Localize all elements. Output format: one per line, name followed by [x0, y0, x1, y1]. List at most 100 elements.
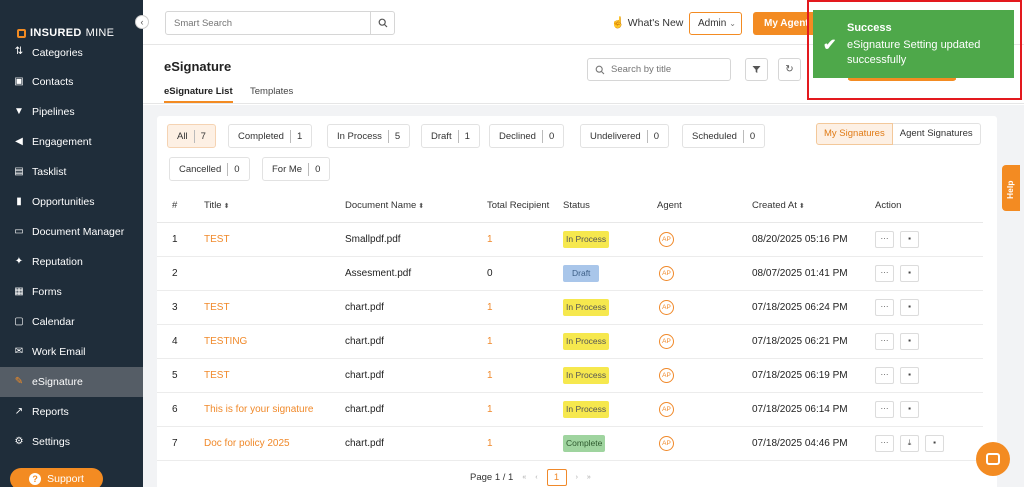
filter-all[interactable]: All 7: [167, 124, 216, 148]
column-header-document-name[interactable]: Document Name ⬍: [345, 189, 487, 223]
delete-button[interactable]: ▪: [925, 434, 944, 452]
more-options-button[interactable]: ···: [875, 434, 894, 452]
row-title-link[interactable]: This is for your signature: [204, 392, 345, 427]
title-search-input[interactable]: [611, 64, 726, 75]
tab-templates[interactable]: Templates: [250, 86, 293, 101]
filter-draft[interactable]: Draft 1: [421, 124, 480, 148]
brand-logo[interactable]: INSURED MINE: [17, 27, 114, 39]
first-page-button[interactable]: «: [522, 474, 526, 481]
row-recipient-count[interactable]: 1: [487, 358, 563, 393]
next-page-button[interactable]: ›: [576, 474, 578, 481]
sidebar-item-calendar[interactable]: ▢ Calendar: [0, 307, 143, 337]
previous-page-button[interactable]: ‹: [535, 474, 537, 481]
sidebar-item-reports[interactable]: ↗ Reports: [0, 397, 143, 427]
agent-avatar[interactable]: AP: [659, 265, 674, 281]
row-title-link[interactable]: [204, 256, 345, 291]
sidebar-item-opportunities[interactable]: ▮ Opportunities: [0, 187, 143, 217]
whats-new-label: What's New: [627, 16, 684, 29]
row-title-link[interactable]: TESTING: [204, 324, 345, 359]
delete-button[interactable]: ▪: [900, 230, 919, 248]
help-tab[interactable]: Help: [1002, 165, 1020, 211]
row-title-link[interactable]: TEST: [204, 290, 345, 325]
sort-icon: ⬍: [223, 202, 230, 210]
last-page-button[interactable]: »: [587, 474, 591, 481]
row-document-name: Smallpdf.pdf: [345, 222, 487, 257]
agent-avatar[interactable]: AP: [659, 367, 674, 383]
chat-button[interactable]: [976, 442, 1010, 476]
sidebar-item-tasklist[interactable]: ▤ Tasklist: [0, 157, 143, 187]
more-options-button[interactable]: ···: [875, 264, 894, 282]
refresh-button[interactable]: ↻: [778, 58, 801, 81]
more-options-button[interactable]: ···: [875, 366, 894, 384]
row-title-link[interactable]: TEST: [204, 222, 345, 257]
filter-scheduled[interactable]: Scheduled 0: [682, 124, 766, 148]
status-badge: In Process: [563, 400, 610, 418]
sidebar-item-forms[interactable]: ▦ Forms: [0, 277, 143, 307]
delete-button[interactable]: ▪: [900, 366, 919, 384]
agent-avatar[interactable]: AP: [659, 299, 674, 315]
column-header-title[interactable]: Title ⬍: [204, 189, 345, 223]
sidebar-item-label: Engagement: [32, 136, 92, 148]
trash-icon: ▪: [933, 437, 936, 447]
sidebar-item-esignature[interactable]: ✎ eSignature: [0, 367, 143, 397]
status-badge: In Process: [563, 332, 610, 350]
sidebar-item-pipelines[interactable]: ▼ Pipelines: [0, 97, 143, 127]
sidebar-item-engagement[interactable]: ◀ Engagement: [0, 127, 143, 157]
signature-scope-toggle: My Signatures Agent Signatures: [816, 123, 981, 145]
row-recipient-count[interactable]: 1: [487, 324, 563, 359]
column-header-created-at[interactable]: Created At ⬍: [752, 189, 875, 223]
filter-in-process[interactable]: In Process 5: [327, 124, 411, 148]
filter-label: Scheduled: [692, 130, 737, 142]
filter-completed[interactable]: Completed 1: [228, 124, 313, 148]
more-options-button[interactable]: ···: [875, 298, 894, 316]
sidebar-item-reputation[interactable]: ✦ Reputation: [0, 247, 143, 277]
sidebar-item-work-email[interactable]: ✉ Work Email: [0, 337, 143, 367]
clipboard-icon: ▤: [14, 166, 24, 177]
row-recipient-count[interactable]: 1: [487, 290, 563, 325]
support-button[interactable]: ? Support: [10, 468, 103, 487]
row-recipient-count[interactable]: 1: [487, 392, 563, 427]
sidebar-item-settings[interactable]: ⚙ Settings: [0, 427, 143, 457]
filter-for-me[interactable]: For Me 0: [262, 157, 331, 181]
delete-button[interactable]: ▪: [900, 298, 919, 316]
row-recipient-count[interactable]: 1: [487, 222, 563, 257]
row-document-name: chart.pdf: [345, 426, 487, 461]
agent-avatar[interactable]: AP: [659, 435, 674, 451]
row-recipient-count[interactable]: 1: [487, 426, 563, 461]
filter-declined[interactable]: Declined 0: [489, 124, 565, 148]
admin-select[interactable]: Admin ⌄: [689, 12, 742, 35]
sidebar-item-contacts[interactable]: ▣ Contacts: [0, 67, 143, 97]
delete-button[interactable]: ▪: [900, 264, 919, 282]
divider: [387, 129, 389, 143]
filter-undelivered[interactable]: Undelivered 0: [580, 124, 669, 148]
sidebar-item-label: Contacts: [32, 76, 74, 88]
delete-button[interactable]: ▪: [900, 332, 919, 350]
agent-avatar[interactable]: AP: [659, 333, 674, 349]
filter-cancelled[interactable]: Cancelled 0: [169, 157, 250, 181]
my-signatures-toggle[interactable]: My Signatures: [816, 123, 893, 145]
agent-avatar[interactable]: AP: [659, 401, 674, 417]
collapse-sidebar-button[interactable]: ‹: [135, 15, 149, 29]
row-document-name: chart.pdf: [345, 358, 487, 393]
more-options-button[interactable]: ···: [875, 230, 894, 248]
sidebar-item-categories[interactable]: ⇅ Categories: [0, 45, 143, 67]
tab-esignature-list[interactable]: eSignature List: [164, 86, 233, 103]
pointing-hand-icon: ☝: [611, 17, 625, 29]
more-options-button[interactable]: ···: [875, 332, 894, 350]
filter-button[interactable]: [745, 58, 768, 81]
smart-search-button[interactable]: [370, 12, 394, 34]
row-created-at: 08/07/2025 01:41 PM: [752, 256, 875, 291]
smart-search-input[interactable]: [166, 12, 366, 34]
agent-signatures-toggle[interactable]: Agent Signatures: [892, 123, 981, 145]
admin-select-value: Admin: [698, 18, 727, 29]
agent-avatar[interactable]: AP: [659, 231, 674, 247]
trash-icon: ▪: [908, 301, 911, 311]
current-page-button[interactable]: 1: [546, 469, 567, 486]
row-title-link[interactable]: Doc for policy 2025: [204, 426, 345, 461]
whats-new-link[interactable]: ☝ What's New: [611, 16, 684, 30]
download-button[interactable]: ⤓: [900, 434, 919, 452]
delete-button[interactable]: ▪: [900, 400, 919, 418]
sidebar-item-document-manager[interactable]: ▭ Document Manager: [0, 217, 143, 247]
row-title-link[interactable]: TEST: [204, 358, 345, 393]
more-options-button[interactable]: ···: [875, 400, 894, 418]
